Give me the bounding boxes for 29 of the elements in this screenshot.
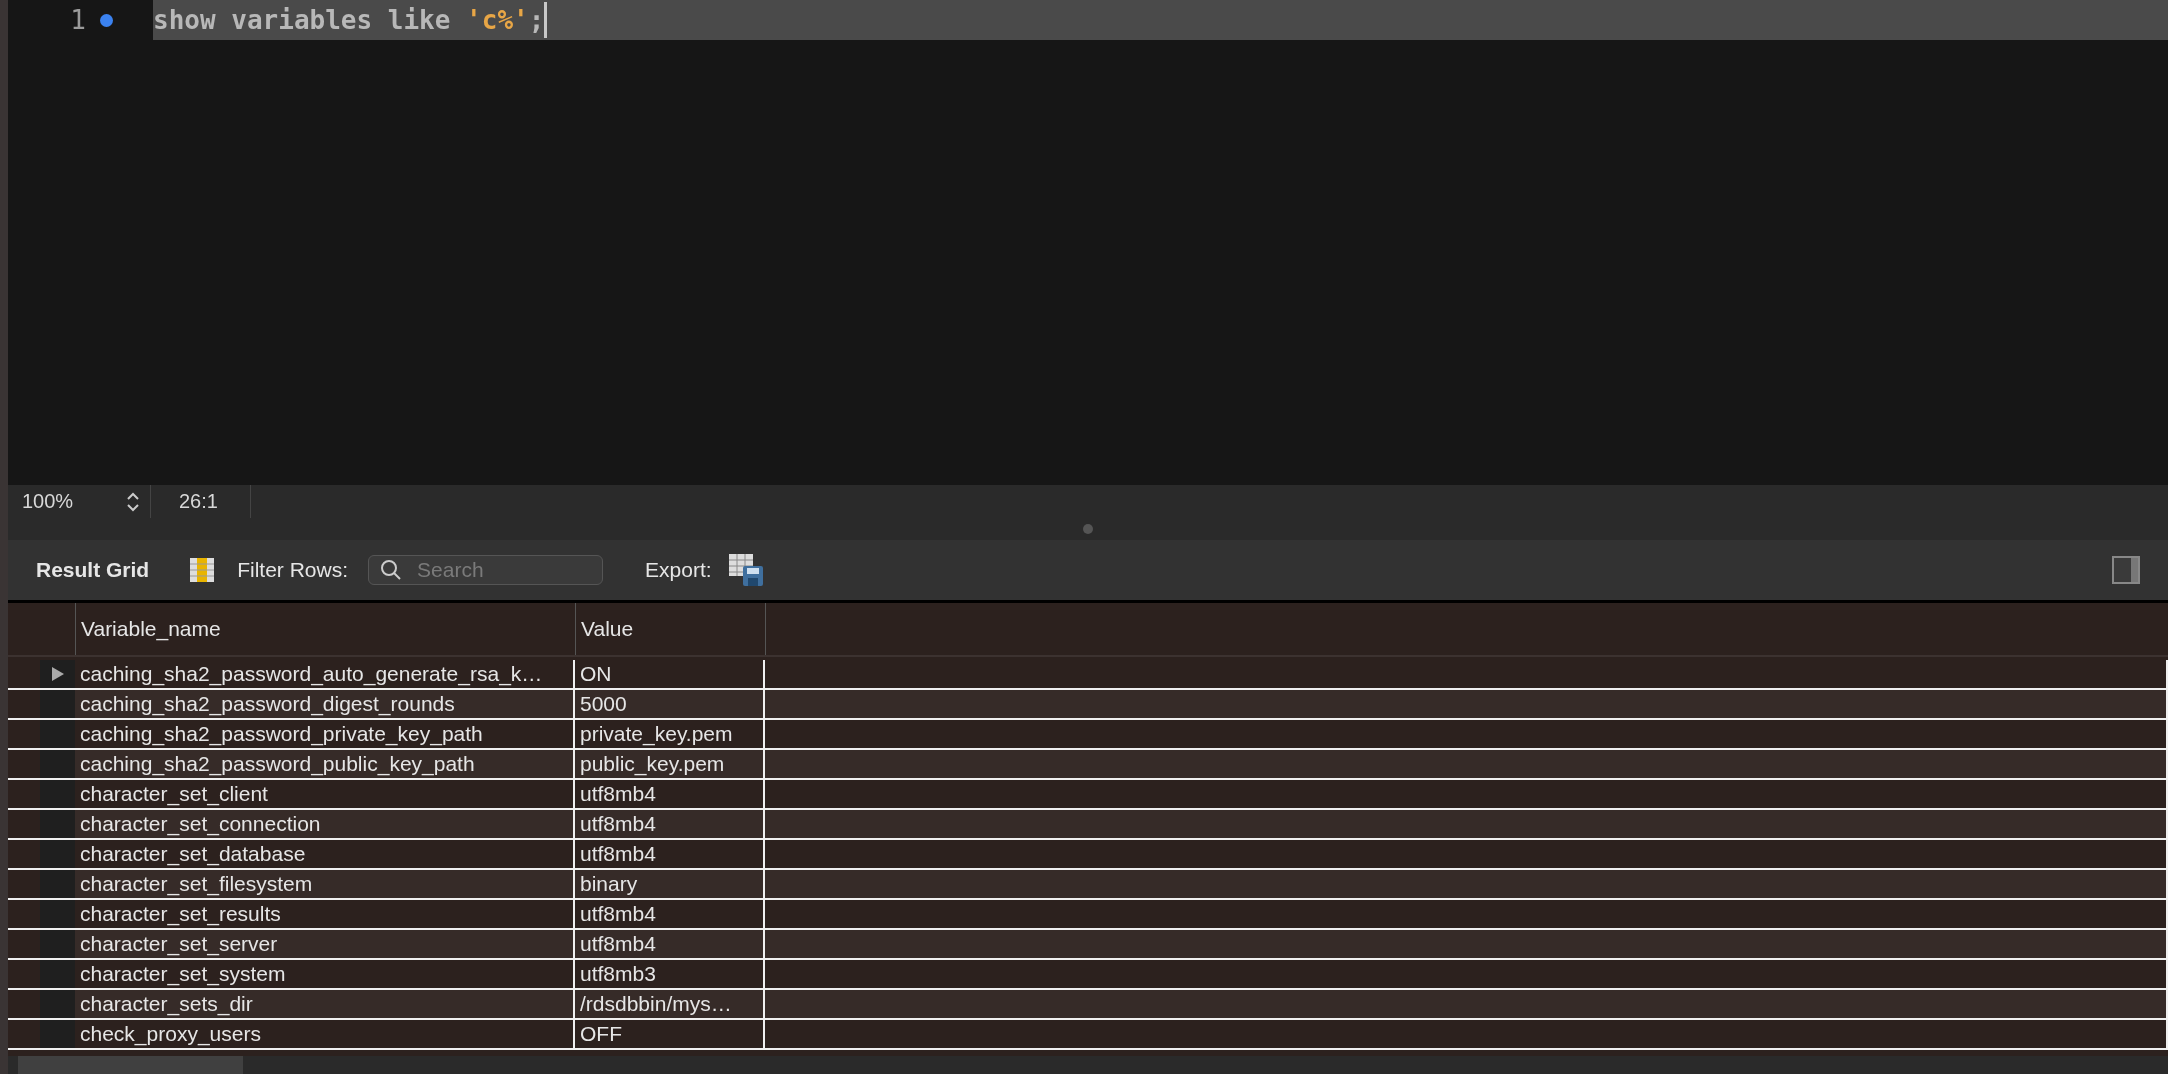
- table-cell: caching_sha2_password_digest_rounds: [75, 690, 575, 718]
- statement-marker-icon: [100, 13, 113, 27]
- table-cell: utf8mb4: [575, 810, 765, 838]
- current-row-marker-icon: [50, 666, 65, 682]
- table-cell: character_sets_dir: [75, 990, 575, 1018]
- export-label: Export:: [645, 558, 712, 582]
- column-header[interactable]: Value: [576, 603, 766, 655]
- table-cell: character_set_filesystem: [75, 870, 575, 898]
- table-cell: character_set_server: [75, 930, 575, 958]
- row-selector[interactable]: [40, 660, 75, 688]
- table-cell: utf8mb4: [575, 930, 765, 958]
- export-table-icon[interactable]: [727, 553, 764, 587]
- scrollbar-thumb[interactable]: [18, 1056, 243, 1074]
- column-header[interactable]: Variable_name: [76, 603, 576, 655]
- side-panel-toggle-icon[interactable]: [2112, 556, 2140, 584]
- splitter-handle[interactable]: [1083, 524, 1093, 534]
- table-cell: caching_sha2_password_public_key_path: [75, 750, 575, 778]
- table-cell: /rdsdbbin/mys…: [575, 990, 765, 1018]
- table-cell: character_set_connection: [75, 810, 575, 838]
- table-cell: binary: [575, 870, 765, 898]
- table-cell: public_key.pem: [575, 750, 765, 778]
- line-number: 1: [69, 5, 86, 35]
- search-field[interactable]: Search: [368, 555, 604, 585]
- filter-rows-label: Filter Rows:: [237, 558, 349, 582]
- table-cell: 5000: [575, 690, 765, 718]
- grid-columns-icon[interactable]: [189, 557, 216, 583]
- result-grid-title: Result Grid: [36, 558, 150, 582]
- search-icon: [380, 559, 403, 581]
- stepper-icon: [126, 490, 140, 513]
